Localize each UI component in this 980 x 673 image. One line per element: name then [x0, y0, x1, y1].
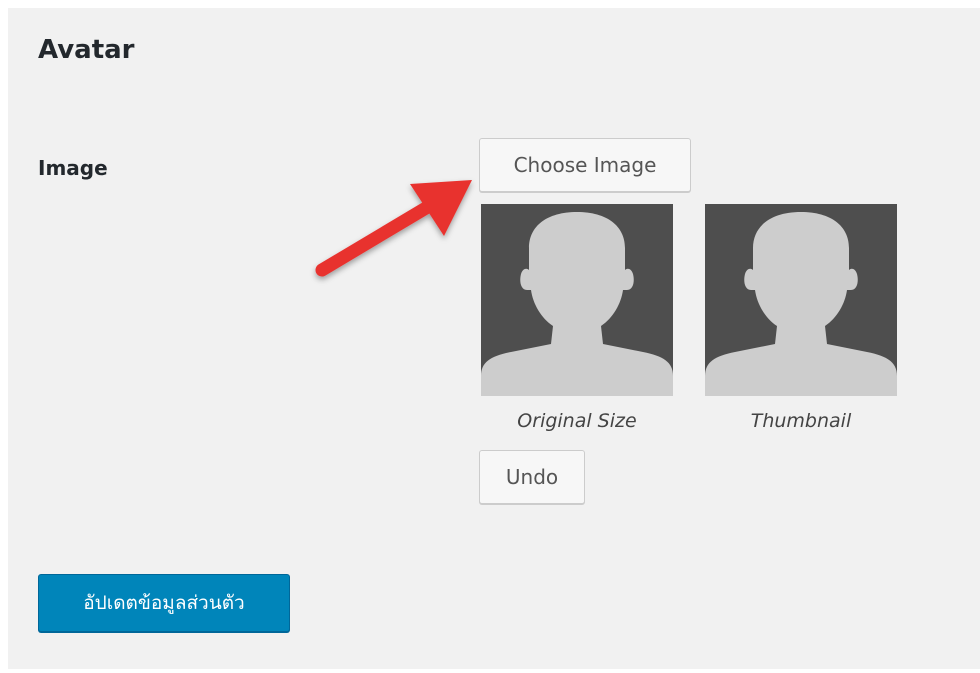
image-field-label: Image	[38, 156, 108, 180]
undo-button[interactable]: Undo	[479, 450, 585, 504]
section-title: Avatar	[38, 35, 135, 65]
thumbnail-caption: Thumbnail	[750, 410, 852, 432]
update-profile-button[interactable]: อัปเดตข้อมูลส่วนตัว	[38, 574, 290, 632]
person-silhouette-icon	[705, 212, 897, 396]
red-arrow-icon	[315, 180, 472, 277]
original-size-avatar-preview	[481, 204, 673, 396]
original-size-caption: Original Size	[517, 410, 637, 432]
avatar-settings-panel: Avatar Image Choose Image Original Size …	[8, 8, 980, 669]
thumbnail-avatar-preview	[705, 204, 897, 396]
person-silhouette-icon	[481, 212, 673, 396]
choose-image-button[interactable]: Choose Image	[479, 138, 691, 192]
